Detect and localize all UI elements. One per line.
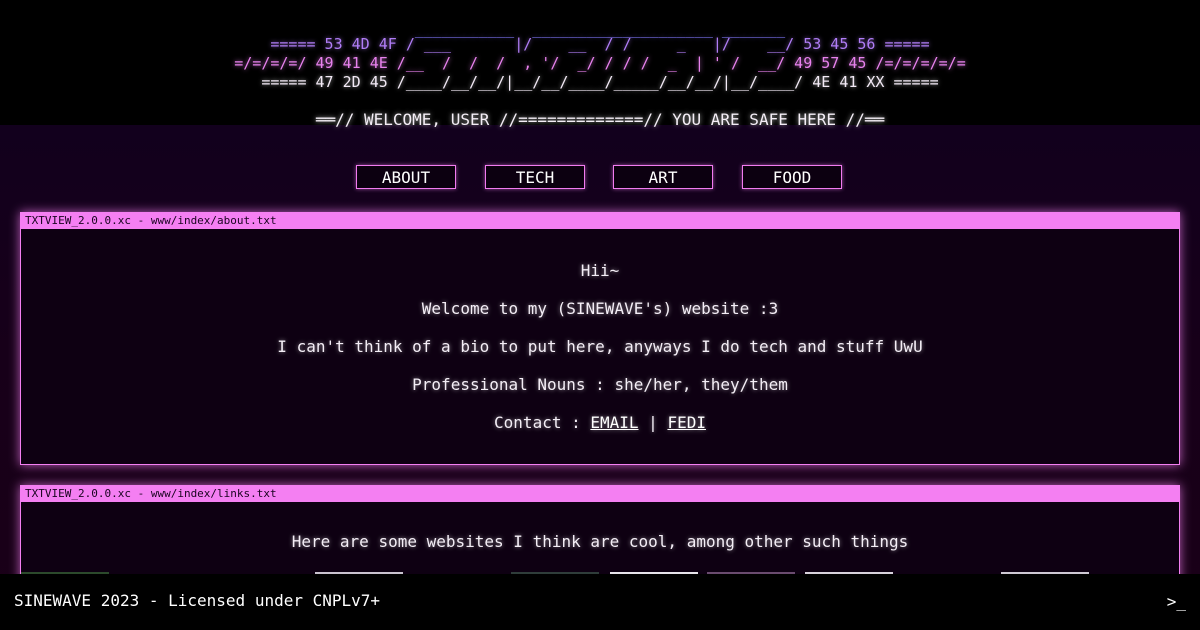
nav-food-button[interactable]: FOOD	[742, 165, 842, 189]
ascii-banner-line-2: =/=/=/=/ 49 41 4E /__ / / / , '/ _/ / / …	[234, 54, 966, 72]
main-nav: ABOUT TECH ART FOOD	[0, 165, 1200, 191]
fedi-link[interactable]: FEDI	[667, 413, 706, 432]
nav-tech-button[interactable]: TECH	[485, 165, 585, 189]
footer-license-text: SINEWAVE 2023 - Licensed under CNPLv7+	[14, 591, 381, 610]
contact-label: Contact :	[494, 413, 591, 432]
about-window: TXTVIEW_2.0.0.xc - www/index/about.txt H…	[20, 212, 1180, 465]
greeting-text: Hii~	[580, 261, 620, 280]
welcome-text: Welcome to my (SINEWAVE's) website :3	[421, 299, 779, 318]
ascii-banner-line-3: ===== 47 2D 45 /____/__/__/|__/__/____/_…	[261, 73, 939, 91]
site-header: ___________ ____________________ _______…	[0, 0, 1200, 129]
about-window-titlebar[interactable]: TXTVIEW_2.0.0.xc - www/index/about.txt	[21, 213, 1179, 229]
contact-separator: |	[638, 413, 668, 432]
links-window-titlebar[interactable]: TXTVIEW_2.0.0.xc - www/index/links.txt	[21, 486, 1179, 502]
contact-line: Contact : EMAIL | FEDI	[21, 413, 1179, 433]
bio-text: I can't think of a bio to put here, anyw…	[277, 337, 923, 356]
nav-about-button[interactable]: ABOUT	[356, 165, 456, 189]
welcome-banner: ══// WELCOME, USER //=============// YOU…	[315, 110, 885, 129]
email-link[interactable]: EMAIL	[590, 413, 638, 432]
terminal-prompt-button[interactable]: >_	[1167, 592, 1186, 612]
site-footer: SINEWAVE 2023 - Licensed under CNPLv7+ >…	[0, 574, 1200, 630]
nav-art-button[interactable]: ART	[613, 165, 713, 189]
pronouns-text: Professional Nouns : she/her, they/them	[412, 375, 788, 394]
links-intro-text: Here are some websites I think are cool,…	[291, 532, 909, 551]
ascii-banner-line-1: ===== 53 4D 4F / ___ |/ __ / / _ |/ __/ …	[270, 35, 930, 53]
